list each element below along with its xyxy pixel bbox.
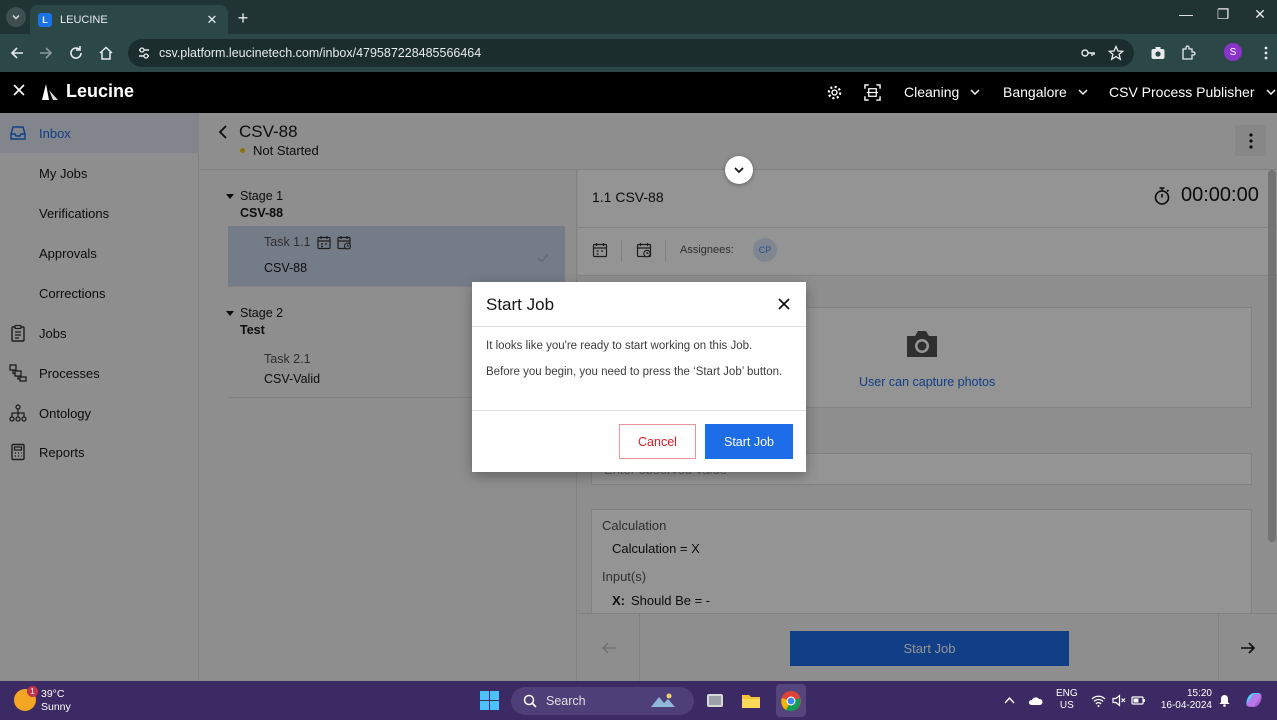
site-label: Bangalore <box>1003 84 1067 100</box>
home-icon[interactable] <box>97 44 115 62</box>
app-header: Leucine Cleaning Bangalore CSV Process P… <box>0 72 1277 113</box>
task-view-icon[interactable] <box>704 690 726 712</box>
taskbar-search[interactable]: Search <box>511 687 694 715</box>
speaker-muted-icon[interactable] <box>1111 693 1126 708</box>
back-arrow-icon[interactable] <box>8 44 26 62</box>
weather-temperature[interactable]: 39°C <box>41 688 64 700</box>
browser-toolbar: csv.platform.leucinetech.com/inbox/47958… <box>0 34 1277 72</box>
start-job-button[interactable]: Start Job <box>705 424 793 459</box>
clock-date: 16-04-2024 <box>1160 700 1212 711</box>
window-close-button[interactable]: ✕ <box>1248 6 1272 23</box>
maximize-button[interactable]: ❐ <box>1211 6 1235 23</box>
tab-search-button[interactable] <box>6 7 26 27</box>
chevron-down-icon <box>734 167 744 174</box>
browser-tab[interactable]: L LEUCINE ✕ <box>30 5 228 34</box>
file-explorer-icon[interactable] <box>740 690 762 712</box>
bookmark-star-icon[interactable] <box>1108 45 1124 61</box>
logo-text: Leucine <box>66 81 135 101</box>
leucine-favicon-icon: L <box>38 12 52 27</box>
extensions-puzzle-icon[interactable] <box>1180 45 1196 61</box>
chrome-icon[interactable] <box>780 690 802 712</box>
modal-message: It looks like you're ready to start work… <box>486 340 753 352</box>
new-tab-button[interactable]: + <box>234 8 252 29</box>
modal-title: Start Job <box>486 295 555 314</box>
search-icon <box>523 694 537 708</box>
close-icon[interactable] <box>12 83 26 97</box>
cancel-button[interactable]: Cancel <box>619 424 696 459</box>
url-text[interactable]: csv.platform.leucinetech.com/inbox/47958… <box>159 46 481 60</box>
role-label: CSV Process Publisher <box>1109 84 1255 100</box>
camera-extension-icon[interactable] <box>1150 45 1166 61</box>
facility-dropdown[interactable]: Cleaning <box>904 84 981 100</box>
search-label: Search <box>546 694 586 708</box>
chevron-down-icon <box>970 89 980 95</box>
profile-avatar[interactable]: S <box>1224 43 1242 61</box>
modal-divider <box>472 410 806 411</box>
leucine-logo-icon <box>42 83 58 100</box>
modal-divider <box>472 326 806 327</box>
battery-icon[interactable] <box>1131 693 1146 708</box>
chevron-down-icon <box>1266 89 1276 95</box>
leucine-logo[interactable]: Leucine <box>40 81 134 102</box>
onedrive-cloud-icon[interactable] <box>1028 693 1043 708</box>
browser-tabstrip: L LEUCINE ✕ + — ❐ ✕ <box>0 0 1277 34</box>
notification-bell-icon[interactable] <box>1217 693 1232 708</box>
search-highlight-icon <box>651 693 675 707</box>
language-indicator[interactable]: ENG US <box>1056 688 1078 712</box>
chevron-down-icon <box>1078 89 1088 95</box>
region-code: US <box>1059 700 1074 711</box>
weather-description[interactable]: Sunny <box>41 701 71 713</box>
modal-instruction: Before you begin, you need to press the … <box>486 366 783 378</box>
settings-gear-icon[interactable] <box>826 84 843 101</box>
address-bar[interactable]: csv.platform.leucinetech.com/inbox/47958… <box>128 39 1134 67</box>
start-job-modal: Start Job It looks like you're ready to … <box>472 282 806 472</box>
language-code: ENG <box>1056 688 1078 699</box>
copilot-icon[interactable] <box>1243 689 1265 711</box>
site-info-icon[interactable] <box>136 45 152 61</box>
expand-header-button[interactable] <box>725 156 753 184</box>
wifi-icon[interactable] <box>1091 693 1106 708</box>
facility-label: Cleaning <box>904 84 960 100</box>
chevron-down-icon <box>12 15 20 20</box>
site-dropdown[interactable]: Bangalore <box>1003 84 1089 100</box>
forward-arrow-icon[interactable] <box>37 44 55 62</box>
chevron-up-icon[interactable] <box>1002 693 1017 708</box>
modal-body: It looks like you're ready to start work… <box>486 340 786 392</box>
os-taskbar: 1 39°C Sunny Search ENG US 15:20 16-04-2… <box>0 681 1277 720</box>
clock-time: 15:20 <box>1186 688 1212 699</box>
windows-start-icon[interactable] <box>480 691 499 710</box>
system-clock[interactable]: 15:20 16-04-2024 <box>1157 688 1212 712</box>
reload-icon[interactable] <box>67 44 85 62</box>
weather-badge: 1 <box>27 686 38 697</box>
tab-close-icon[interactable]: ✕ <box>204 12 220 28</box>
password-key-icon[interactable] <box>1080 45 1096 61</box>
scan-icon[interactable] <box>864 84 881 101</box>
role-dropdown[interactable]: CSV Process Publisher <box>1109 84 1277 100</box>
minimize-button[interactable]: — <box>1174 6 1198 22</box>
browser-menu-icon[interactable] <box>1258 45 1274 61</box>
close-icon[interactable] <box>777 297 791 311</box>
tab-title: LEUCINE <box>60 13 108 26</box>
